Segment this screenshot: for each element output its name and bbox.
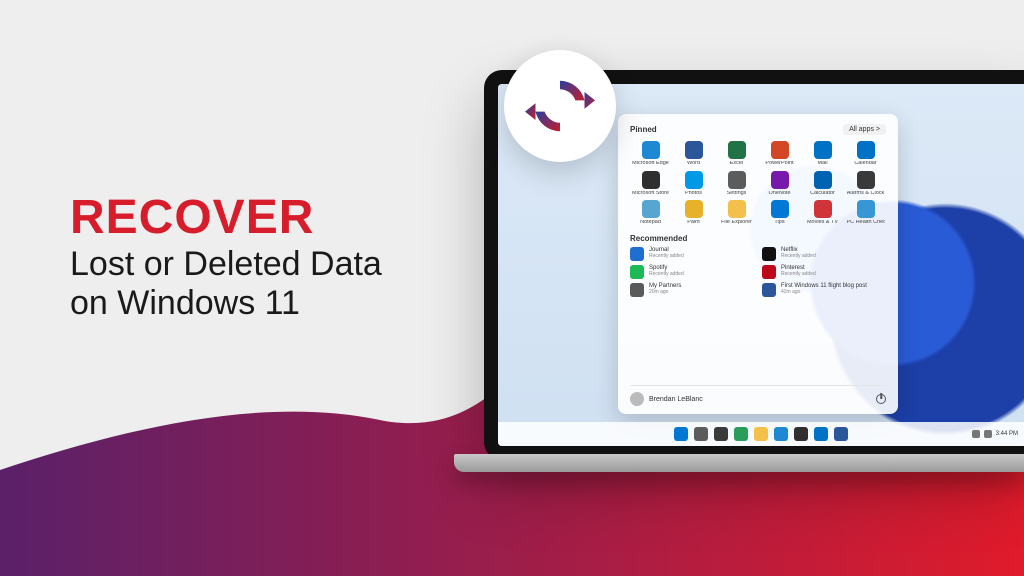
power-icon[interactable] [876,394,886,404]
clock: 3:44 PM [996,431,1018,437]
taskbar: 3:44 PM [498,422,1024,446]
refresh-icon [525,71,595,141]
refresh-badge [504,50,616,162]
pinned-app[interactable]: Movies & TV [802,200,843,226]
taskbar-start-icon[interactable] [674,427,688,441]
recommended-item[interactable]: NetflixRecently added [762,247,886,261]
pinned-app[interactable]: Microsoft Edge [630,141,671,167]
pinned-app[interactable]: Settings [716,171,757,197]
pinned-app[interactable]: PowerPoint [759,141,800,167]
pinned-app[interactable]: Calendar [845,141,886,167]
taskbar-mail-icon[interactable] [814,427,828,441]
recommended-item[interactable]: PinterestRecently added [762,265,886,279]
tray-icon [984,430,992,438]
headline-title: RECOVER [70,190,382,245]
recommended-item[interactable]: JournalRecently added [630,247,754,261]
tray-icon [972,430,980,438]
pinned-app[interactable]: Paint [673,200,714,226]
taskbar-store-icon[interactable] [794,427,808,441]
avatar [630,392,644,406]
pinned-app[interactable]: Word [673,141,714,167]
taskbar-word-icon[interactable] [834,427,848,441]
laptop-base [454,454,1024,472]
taskbar-center [674,427,848,441]
system-tray[interactable]: 3:44 PM [972,430,1018,438]
pinned-app[interactable]: File Explorer [716,200,757,226]
user-name: Brendan LeBlanc [649,396,703,403]
recommended-list: JournalRecently added NetflixRecently add… [630,247,886,297]
pinned-app[interactable]: PC Health Check [845,200,886,226]
pinned-app[interactable]: Tips [759,200,800,226]
recommended-item[interactable]: SpotifyRecently added [630,265,754,279]
taskbar-search-icon[interactable] [694,427,708,441]
pinned-app[interactable]: Notepad [630,200,671,226]
taskbar-edge-icon[interactable] [774,427,788,441]
all-apps-button[interactable]: All apps > [843,124,886,135]
pinned-grid: Microsoft EdgeWordExcelPowerPointMailCal… [630,141,886,226]
headline-line1: Lost or Deleted Data [70,245,382,284]
pinned-app[interactable]: Excel [716,141,757,167]
pinned-app[interactable]: Microsoft Store [630,171,671,197]
taskbar-explorer-icon[interactable] [754,427,768,441]
pinned-app[interactable]: Calculator [802,171,843,197]
pinned-app[interactable]: Photos [673,171,714,197]
recommended-item[interactable]: First Windows 11 flight blog post42m ago [762,283,886,297]
user-account[interactable]: Brendan LeBlanc [630,392,703,406]
headline-line2: on Windows 11 [70,284,382,323]
pinned-app[interactable]: Mail [802,141,843,167]
pinned-app[interactable]: Alarms & Clock [845,171,886,197]
taskbar-taskview-icon[interactable] [714,427,728,441]
pinned-app[interactable]: OneNote [759,171,800,197]
pinned-label: Pinned [630,125,657,134]
recommended-label: Recommended [630,234,886,243]
taskbar-widgets-icon[interactable] [734,427,748,441]
recommended-item[interactable]: My Partners20m ago [630,283,754,297]
start-menu: Pinned All apps > Microsoft EdgeWordExce… [618,114,898,414]
headline-block: RECOVER Lost or Deleted Data on Windows … [70,190,382,323]
